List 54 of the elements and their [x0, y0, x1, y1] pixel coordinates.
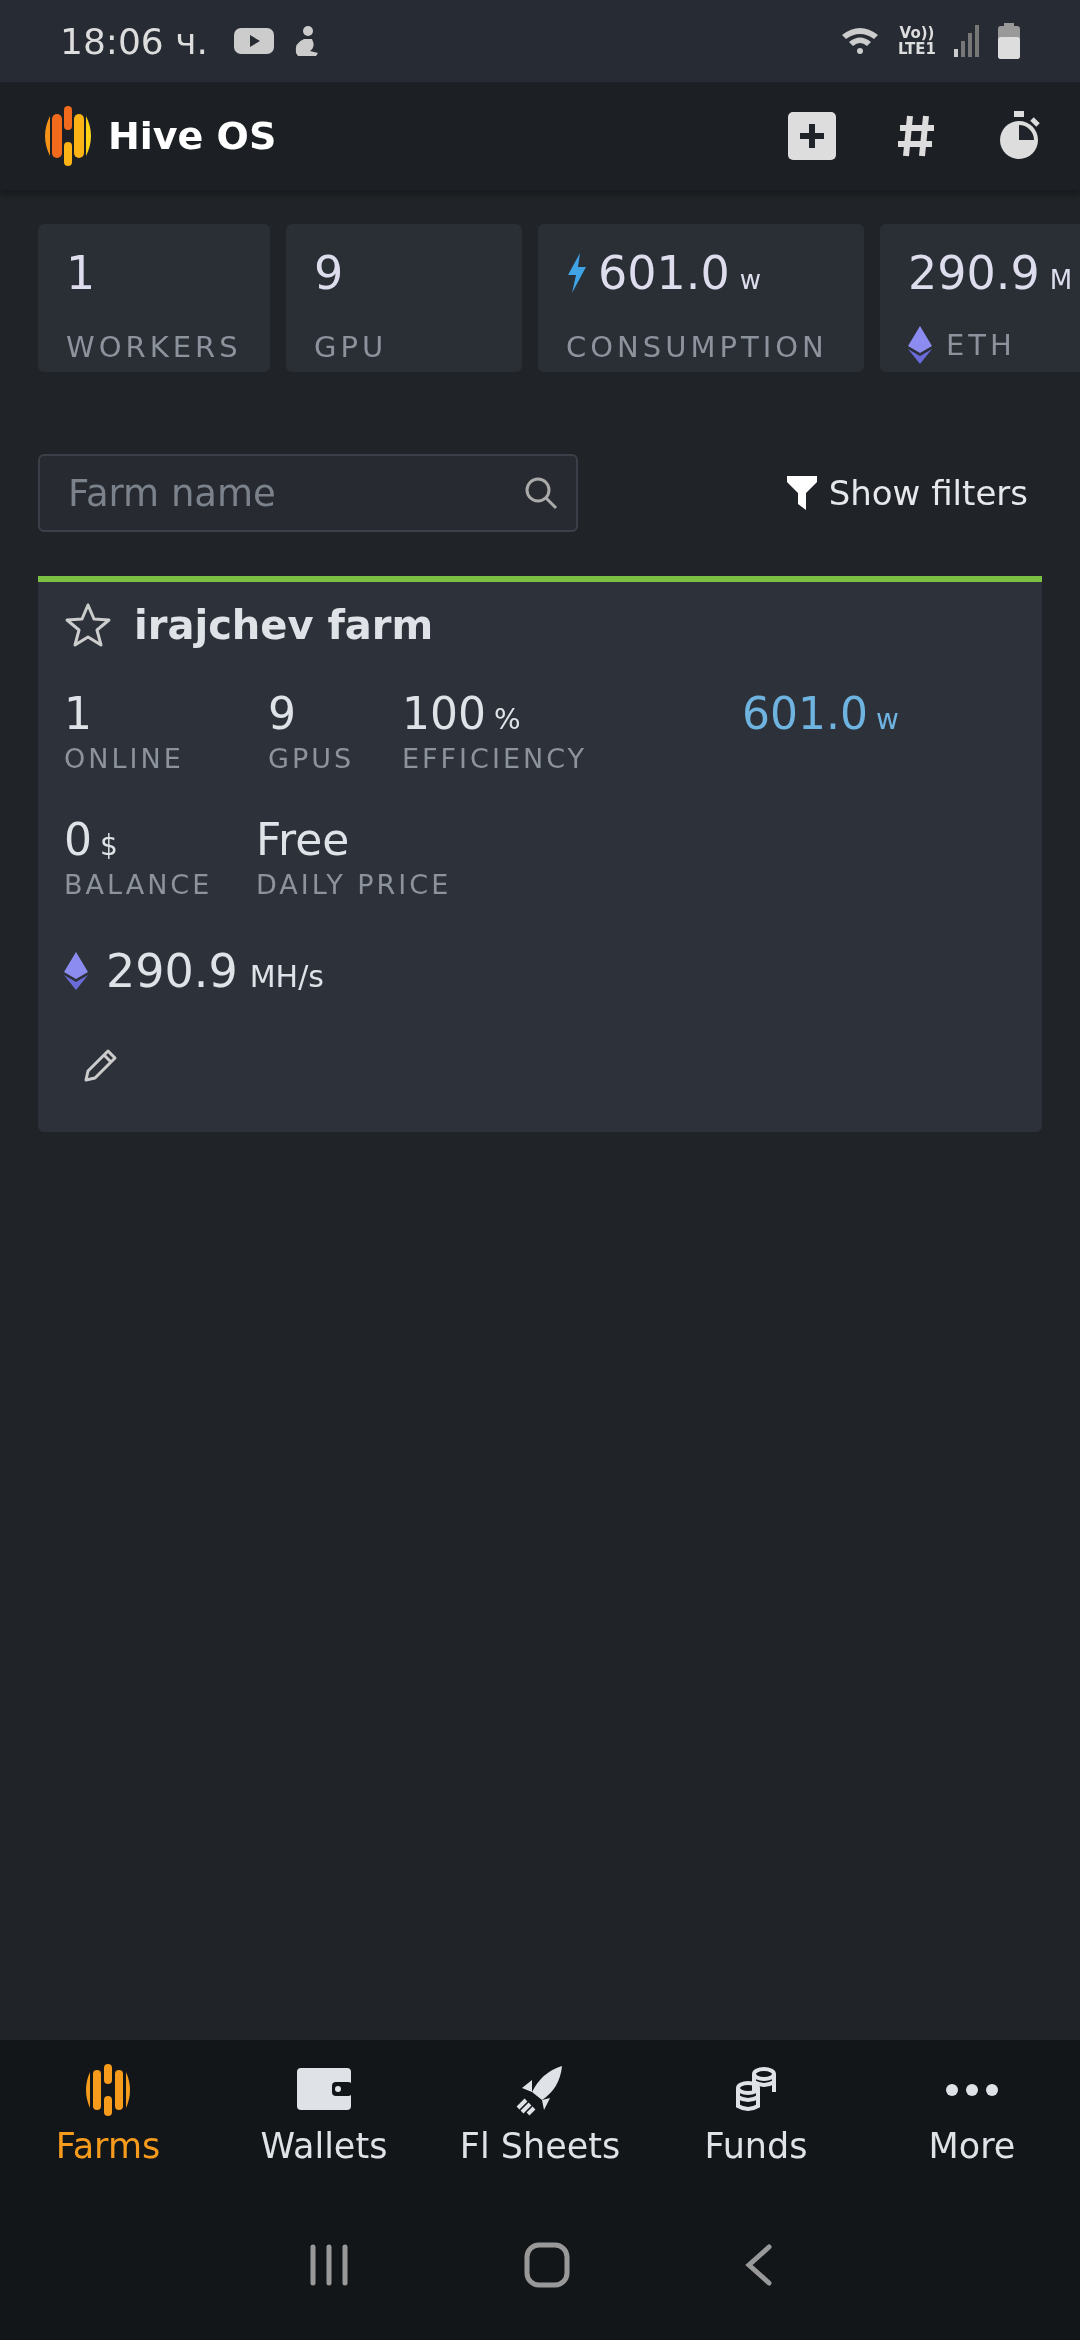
ethereum-icon — [908, 326, 932, 364]
farm-stat-label: BALANCE — [64, 869, 214, 900]
hashrate-unit: MH/s — [249, 959, 324, 994]
nav-tab[interactable]: Wallets — [216, 2050, 432, 2190]
summary-label: ETH — [946, 328, 1016, 362]
summary-unit: M — [1049, 265, 1073, 295]
app-title: Hive OS — [108, 114, 277, 158]
summary-value: 9 — [314, 246, 344, 300]
battery-icon — [998, 23, 1020, 59]
hashrate-value: 290.9 — [106, 944, 238, 998]
power-unit: w — [875, 703, 899, 736]
show-filters-button[interactable]: Show filters — [786, 473, 1028, 513]
search-icon — [524, 476, 558, 510]
farm-card[interactable]: irajchev farm 1 ONLINE 9 GPUS 100 % EFFICIENCY 601.0 w 0 $ BALANCE Free DAILY PRICE 290.9 MH/s — [38, 576, 1042, 1132]
nav-tab[interactable]: More — [864, 2050, 1080, 2190]
farm-stat-value: 9 — [268, 688, 296, 739]
farm-stat-value: 1 — [64, 688, 92, 739]
farm-stat-unit: % — [494, 703, 521, 736]
more-icon — [944, 2084, 1000, 2096]
summary-label: CONSUMPTION — [566, 330, 828, 364]
lte-label: LTE1 — [898, 41, 936, 57]
add-icon[interactable] — [788, 112, 836, 160]
summary-value: 1 — [66, 246, 96, 300]
back-icon[interactable] — [743, 2243, 774, 2287]
video-icon — [233, 26, 274, 56]
farm-stat-unit: $ — [100, 829, 118, 862]
ethereum-icon — [64, 951, 88, 991]
star-icon[interactable] — [64, 602, 112, 648]
farm-stat-label: GPUS — [268, 743, 356, 774]
nav-tab[interactable]: Farms — [0, 2050, 216, 2190]
filter-icon — [786, 476, 817, 510]
nav-tab[interactable]: Fl Sheets — [432, 2050, 648, 2190]
nav-tab[interactable]: Funds — [648, 2050, 864, 2190]
farm-stat-label: ONLINE — [64, 743, 185, 774]
search-field[interactable]: Farm name — [38, 454, 578, 532]
summary-label: GPU — [314, 330, 388, 364]
status-time: 18:06 ч. — [60, 20, 208, 62]
farm-name: irajchev farm — [134, 602, 434, 648]
farm-stat-label: DAILY PRICE — [256, 869, 452, 900]
home-icon[interactable] — [524, 2242, 570, 2288]
wifi-icon — [840, 25, 880, 57]
summary-value: 290.9 — [908, 246, 1040, 300]
farm-stat-value: 100 — [402, 688, 486, 739]
lightning-icon — [566, 253, 588, 293]
summary-value: 601.0 — [598, 246, 730, 300]
farm-stat-label: EFFICIENCY — [402, 743, 589, 774]
farm-stat-value: Free — [256, 814, 350, 865]
summary-label: WORKERS — [66, 330, 242, 364]
volte-label: Vo)) — [899, 25, 935, 41]
signal-icon — [954, 25, 980, 57]
edit-icon[interactable] — [84, 1048, 118, 1082]
summary-unit: w — [739, 265, 761, 295]
farm-stat-value: 0 — [64, 814, 92, 865]
power-value: 601.0 — [742, 688, 868, 739]
